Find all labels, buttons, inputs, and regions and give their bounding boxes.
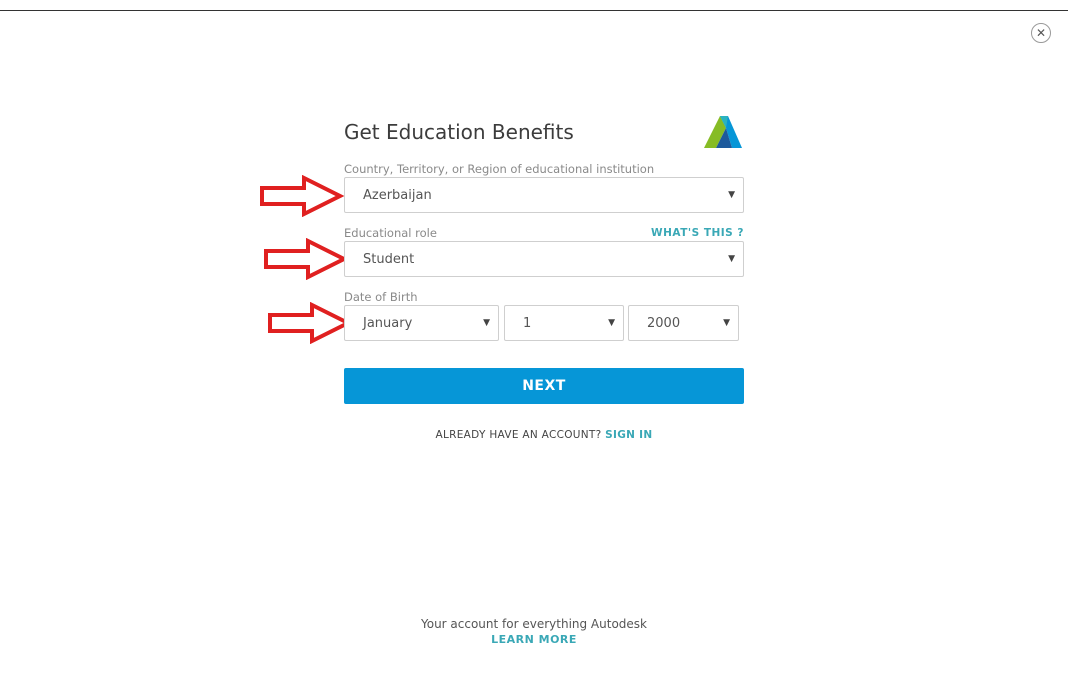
country-label: Country, Territory, or Region of educati… xyxy=(344,162,655,176)
dob-label: Date of Birth xyxy=(344,290,418,304)
dob-day-value: 1 xyxy=(523,315,532,331)
signin-row: ALREADY HAVE AN ACCOUNT? SIGN IN xyxy=(344,429,744,441)
role-label: Educational role xyxy=(344,226,437,240)
signin-link[interactable]: SIGN IN xyxy=(605,429,652,441)
country-select[interactable]: Azerbaijan ▼ xyxy=(344,177,744,213)
dob-month-value: January xyxy=(363,315,413,331)
annotation-arrow-role xyxy=(264,238,348,280)
role-value: Student xyxy=(363,251,415,267)
dob-year-value: 2000 xyxy=(647,315,681,331)
close-icon: ✕ xyxy=(1035,26,1047,40)
chevron-down-icon: ▼ xyxy=(723,318,730,328)
country-value: Azerbaijan xyxy=(363,187,432,203)
chevron-down-icon: ▼ xyxy=(728,190,735,200)
signin-prompt: ALREADY HAVE AN ACCOUNT? xyxy=(435,429,602,441)
dob-year-select[interactable]: 2000 ▼ xyxy=(628,305,739,341)
dob-month-select[interactable]: January ▼ xyxy=(344,305,499,341)
dialog-title: Get Education Benefits xyxy=(344,120,574,144)
annotation-arrow-dob xyxy=(268,302,352,344)
top-divider xyxy=(0,10,1068,11)
dob-day-select[interactable]: 1 ▼ xyxy=(504,305,624,341)
chevron-down-icon: ▼ xyxy=(483,318,490,328)
footer-text: Your account for everything Autodesk xyxy=(420,617,647,631)
annotation-arrow-country xyxy=(260,175,344,217)
next-button[interactable]: NEXT xyxy=(344,368,744,404)
close-button[interactable]: ✕ xyxy=(1031,23,1051,43)
autodesk-logo-icon xyxy=(704,116,742,148)
whats-this-link[interactable]: WHAT'S THIS ? xyxy=(651,227,744,239)
chevron-down-icon: ▼ xyxy=(608,318,615,328)
chevron-down-icon: ▼ xyxy=(728,254,735,264)
role-select[interactable]: Student ▼ xyxy=(344,241,744,277)
learn-more-link[interactable]: LEARN MORE xyxy=(0,633,1068,646)
